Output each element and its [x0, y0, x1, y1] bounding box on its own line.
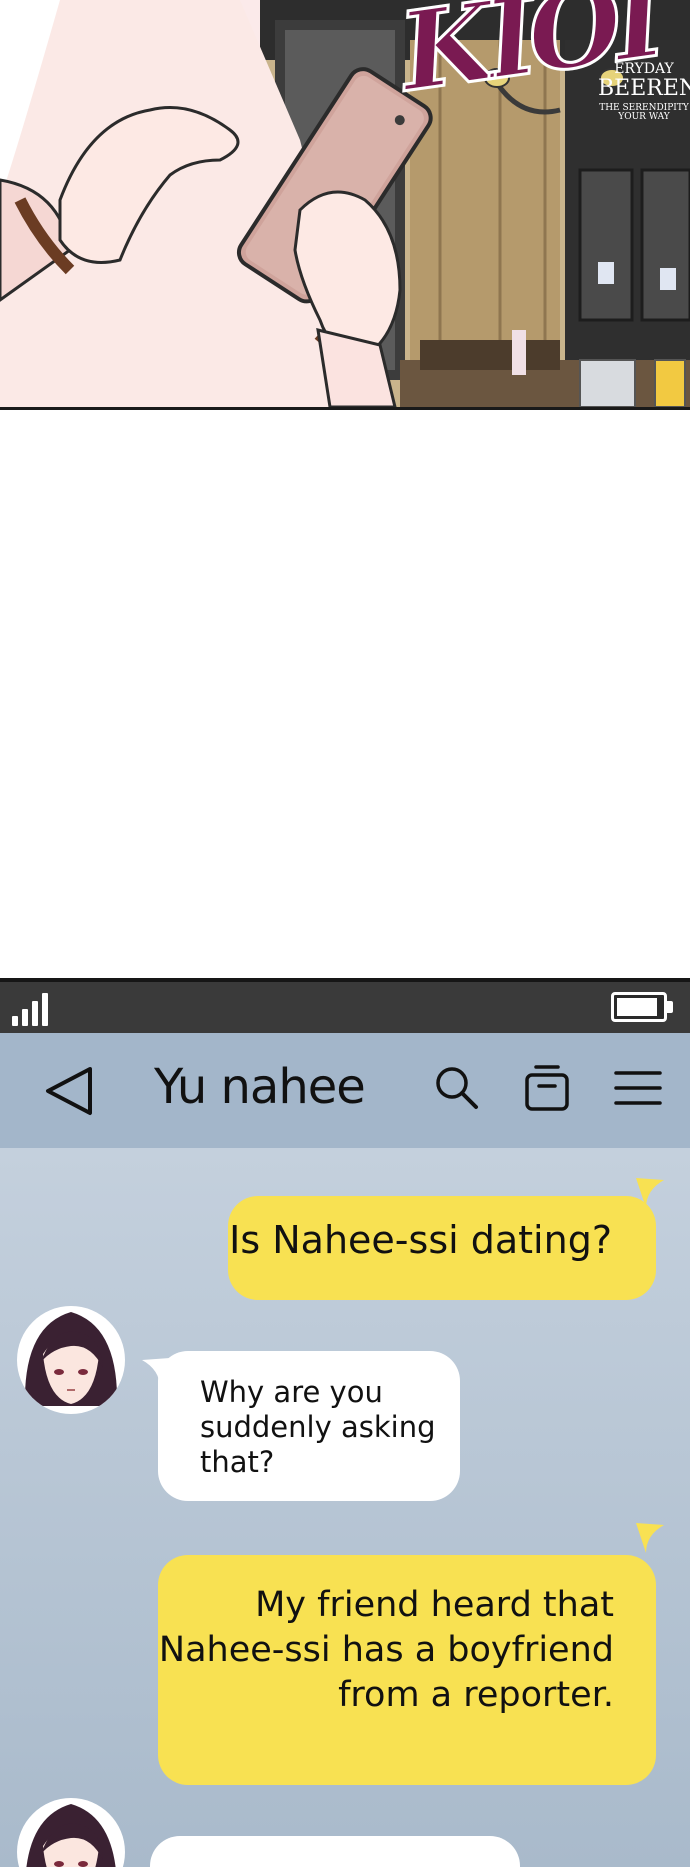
- chat-area: Is Nahee-ssi dating? Why are you suddenl…: [0, 1148, 690, 1867]
- comic-panel: KIOI ERYDAY BEEREN THE SERENDIPITY YOUR …: [0, 0, 690, 410]
- message-line: from a reporter.: [338, 1674, 614, 1715]
- panel-gutter: [0, 410, 690, 978]
- chat-header: Yu nahee: [0, 1033, 690, 1148]
- bar-sign-line1: ERYDAY: [614, 61, 674, 77]
- avatar[interactable]: [17, 1306, 125, 1414]
- bar-sign-line3: THE SERENDIPITY YOUR WAY: [599, 102, 689, 123]
- battery-icon: [611, 992, 675, 1022]
- message-bubble-sent[interactable]: My friend heard that Nahee-ssi has a boy…: [158, 1555, 656, 1785]
- hamburger-menu-icon[interactable]: [612, 1063, 664, 1113]
- bubble-tail: [636, 1523, 664, 1553]
- message-line: Why are you: [200, 1375, 383, 1409]
- phone-screen: Yu nahee Is Nahee-ssi dating? Why are yo…: [0, 978, 690, 1867]
- message-text: Is Nahee-ssi dating?: [229, 1218, 612, 1262]
- back-arrow-icon[interactable]: [38, 1063, 98, 1119]
- bar-sign: ERYDAY BEEREN THE SERENDIPITY YOUR WAY: [598, 61, 690, 123]
- drawer-icon[interactable]: [522, 1063, 572, 1113]
- message-line: that?: [200, 1444, 275, 1479]
- message-bubble-received[interactable]: [150, 1836, 520, 1867]
- message-line: My friend heard that: [255, 1585, 614, 1625]
- signal-bars-icon: [12, 992, 52, 1026]
- avatar-image: [21, 1802, 121, 1867]
- message-line: suddenly asking: [200, 1409, 436, 1444]
- message-line: Nahee-ssi has a boyfriend: [158, 1629, 614, 1670]
- message-bubble-received[interactable]: Why are you suddenly asking that?: [158, 1351, 460, 1501]
- chat-title: Yu nahee: [154, 1059, 366, 1115]
- message-bubble-sent[interactable]: Is Nahee-ssi dating?: [228, 1196, 656, 1300]
- avatar-image: [21, 1310, 121, 1410]
- avatar[interactable]: [17, 1798, 125, 1867]
- bar-sign-line2: BEEREN: [598, 76, 690, 102]
- search-icon[interactable]: [432, 1063, 482, 1113]
- status-bar: [0, 978, 690, 1033]
